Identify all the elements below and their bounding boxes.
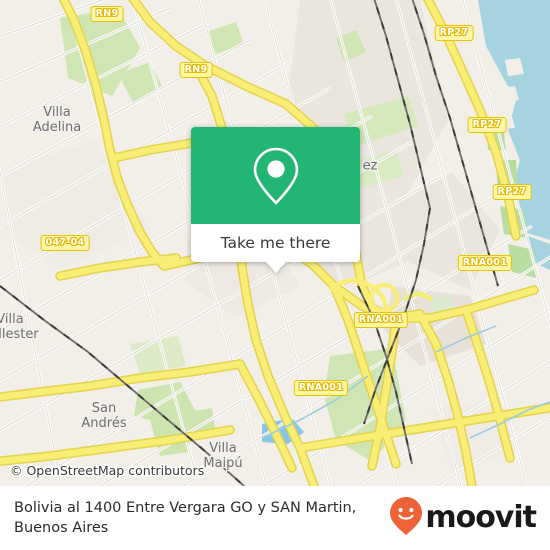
moovit-wordmark: moovit bbox=[425, 500, 537, 535]
moovit-logo[interactable]: moovit bbox=[389, 496, 537, 541]
map-canvas[interactable]: RN9 RN9 RP27 RP27 RP27 RNA001 047-04 RNA001 RNA0… bbox=[0, 0, 550, 486]
road-shield-rp27-4: RP27 bbox=[492, 184, 532, 200]
take-me-there-label: Take me there bbox=[220, 234, 331, 252]
take-me-there-button[interactable]: Take me there bbox=[191, 224, 360, 262]
popup-body: Take me there bbox=[191, 127, 360, 262]
road-shield-rna001-7: RNA001 bbox=[353, 312, 409, 328]
road-shield-rp27-3: RP27 bbox=[467, 117, 507, 133]
road-shield-rp27-2: RP27 bbox=[434, 25, 474, 41]
location-pin-icon bbox=[250, 145, 302, 207]
location-title: Bolivia al 1400 Entre Vergara GO y SAN M… bbox=[14, 500, 357, 536]
map-popup[interactable]: Take me there bbox=[191, 127, 360, 273]
road-shield-047-04-6: 047-04 bbox=[40, 235, 90, 251]
road-shield-rna001-5: RNA001 bbox=[457, 255, 513, 271]
osm-attribution[interactable]: © OpenStreetMap contributors bbox=[10, 463, 204, 478]
popup-hero bbox=[191, 127, 360, 224]
map-page: RN9 RN9 RP27 RP27 RP27 RNA001 047-04 RNA001 RNA0… bbox=[0, 0, 550, 550]
road-shield-rna001-8: RNA001 bbox=[293, 380, 349, 396]
road-shield-rn9-0: RN9 bbox=[90, 6, 124, 22]
road-shield-rn9-1: RN9 bbox=[179, 62, 213, 78]
moovit-smiley-pin-icon bbox=[389, 496, 423, 541]
popup-tail bbox=[265, 262, 286, 273]
footer-bar: Bolivia al 1400 Entre Vergara GO y SAN M… bbox=[0, 486, 550, 550]
